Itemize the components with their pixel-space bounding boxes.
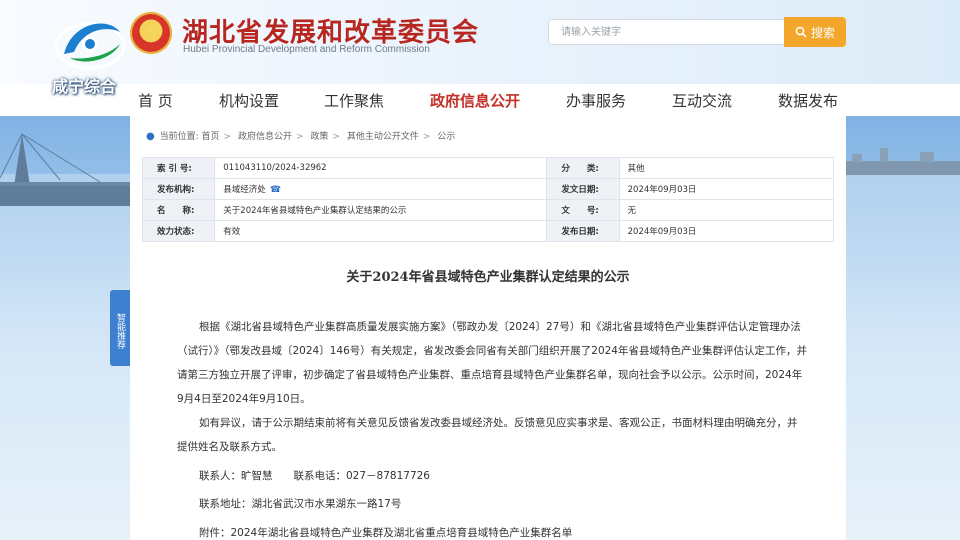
- publisher-text: 县域经济处: [223, 185, 266, 195]
- nav-item-interaction[interactable]: 互动交流: [672, 90, 732, 111]
- meta-label: 分 类:: [546, 157, 620, 179]
- table-row: 索 引 号: 011043110/2024-32962 分 类: 其他: [141, 157, 835, 179]
- channel-logo-icon: [54, 22, 126, 70]
- search-icon: [795, 26, 807, 38]
- nav-item-gov-info[interactable]: 政府信息公开: [430, 90, 520, 111]
- meta-value-issue-date: 2024年09月03日: [618, 178, 835, 200]
- nav-item-work-focus[interactable]: 工作聚焦: [324, 90, 384, 111]
- main-nav: 首 页 机构设置 工作聚焦 政府信息公开 办事服务 互动交流 数据发布: [0, 84, 960, 116]
- breadcrumb: ● 当前位置: 首页 > 政府信息公开 > 政策 > 其他主动公开文件 > 公示: [146, 131, 456, 142]
- breadcrumb-home[interactable]: 首页: [202, 132, 220, 142]
- meta-value-name: 关于2024年省县域特色产业集群认定结果的公示: [214, 199, 548, 221]
- article-address: 联系地址：湖北省武汉市水果湖东一路17号: [199, 498, 402, 510]
- document-meta-table: 索 引 号: 011043110/2024-32962 分 类: 其他 发布机构…: [141, 157, 835, 242]
- meta-value-doc-no: 无: [618, 199, 835, 221]
- meta-label: 发布日期:: [546, 220, 620, 242]
- meta-value-publish-date: 2024年09月03日: [618, 220, 835, 242]
- meta-value-status: 有效: [214, 220, 548, 242]
- search-button-label: 搜索: [810, 25, 835, 40]
- breadcrumb-gov-info[interactable]: 政府信息公开: [238, 132, 292, 142]
- nav-item-organization[interactable]: 机构设置: [219, 90, 279, 111]
- meta-label: 效力状态:: [141, 220, 216, 242]
- location-pin-icon: ●: [146, 131, 155, 142]
- meta-label: 发布机构:: [141, 178, 216, 200]
- article-title: 关于2024年省县域特色产业集群认定结果的公示: [346, 270, 630, 285]
- breadcrumb-prefix: 当前位置:: [159, 132, 199, 142]
- national-emblem-icon: [130, 12, 172, 54]
- nav-item-services[interactable]: 办事服务: [566, 90, 626, 111]
- article-contact: 联系人：旷智慧 联系电话：027－87817726: [199, 470, 430, 482]
- breadcrumb-policy[interactable]: 政策: [310, 132, 328, 142]
- smart-recommend-tab[interactable]: 智能推荐: [110, 290, 130, 366]
- channel-name: 咸宁综合: [52, 77, 117, 96]
- table-row: 发布机构: 县域经济处 ☎ 发文日期: 2024年09月03日: [141, 178, 835, 200]
- meta-label: 发文日期:: [546, 178, 620, 200]
- table-row: 效力状态: 有效 发布日期: 2024年09月03日: [141, 220, 835, 242]
- search-input[interactable]: [548, 19, 784, 45]
- article-paragraph-1: 根据《湖北省县域特色产业集群高质量发展实施方案》（鄂政办发〔2024〕27号）和…: [177, 321, 807, 405]
- breadcrumb-other-files[interactable]: 其他主动公开文件: [347, 132, 419, 142]
- meta-label: 文 号:: [546, 199, 620, 221]
- phone-icon[interactable]: ☎: [270, 185, 281, 195]
- article-paragraph-2: 如有异议，请于公示期结束前将有关意见反馈省发改委县域经济处。反馈意见应实事求是、…: [177, 417, 798, 453]
- search-button[interactable]: 搜索: [784, 17, 846, 47]
- table-row: 名 称: 关于2024年省县域特色产业集群认定结果的公示 文 号: 无: [141, 199, 835, 221]
- meta-label: 索 引 号:: [141, 157, 216, 179]
- meta-label: 名 称:: [141, 199, 216, 221]
- meta-value-publisher: 县域经济处 ☎: [214, 178, 548, 200]
- article-attachment-link[interactable]: 附件：2024年湖北省县域特色产业集群及湖北省重点培育县域特色产业集群名单: [199, 525, 572, 540]
- site-header: 湖北省发展和改革委员会 Hubei Provincial Development…: [0, 0, 960, 84]
- nav-item-home[interactable]: 首 页: [138, 90, 173, 111]
- nav-item-data[interactable]: 数据发布: [778, 90, 838, 111]
- meta-value-index: 011043110/2024-32962: [214, 157, 548, 179]
- site-subtitle: Hubei Provincial Development and Reform …: [183, 44, 430, 55]
- meta-value-category: 其他: [618, 157, 835, 179]
- breadcrumb-announcement[interactable]: 公示: [437, 132, 455, 142]
